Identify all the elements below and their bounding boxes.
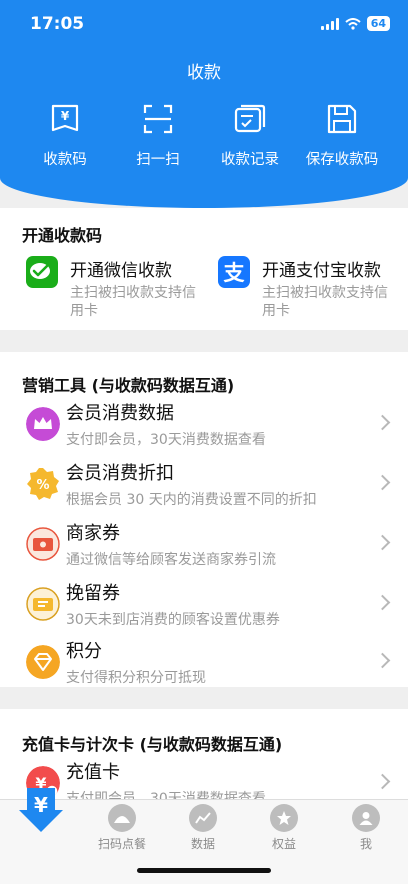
chevron-right-icon xyxy=(374,652,391,669)
section-title-cards: 充值卡与计次卡 (与收款码数据互通) xyxy=(22,735,283,754)
scan-icon xyxy=(143,104,173,134)
battery-indicator: 64 xyxy=(366,16,390,31)
svg-text:%: % xyxy=(36,478,49,493)
receive-records-button[interactable]: 收款记录 xyxy=(200,102,300,169)
tab-data[interactable]: 数据 xyxy=(168,804,238,852)
header: 17:05 64 收款 ¥ 收款码 扫一扫 收款记录 保存收款码 xyxy=(0,0,408,208)
marketing-section: 营销工具 (与收款码数据互通) 会员消费数据 支付即会员，30天消费数据查看 %… xyxy=(0,352,408,687)
points-row[interactable]: 积分 支付得积分积分可抵现 xyxy=(0,637,408,695)
member-discount-row[interactable]: % 会员消费折扣 根据会员 30 天内的消费设置不同的折扣 xyxy=(0,459,408,517)
chevron-right-icon xyxy=(374,594,391,611)
status-icons: 64 xyxy=(320,16,390,31)
records-icon xyxy=(234,104,266,133)
section-title-marketing: 营销工具 (与收款码数据互通) xyxy=(22,376,235,395)
tab-scan-order[interactable]: 扫码点餐 xyxy=(87,804,157,852)
star-icon xyxy=(270,804,298,832)
alipay-icon: 支 xyxy=(218,256,250,288)
chevron-right-icon xyxy=(374,534,391,551)
scan-order-icon xyxy=(108,804,136,832)
scan-button[interactable]: 扫一扫 xyxy=(108,102,208,169)
home-indicator xyxy=(137,868,271,873)
profile-icon xyxy=(352,804,380,832)
status-time: 17:05 xyxy=(30,14,85,34)
wechat-icon xyxy=(26,256,58,288)
chevron-right-icon xyxy=(374,773,391,790)
save-code-button[interactable]: 保存收款码 xyxy=(292,102,392,169)
discount-icon: % xyxy=(27,468,59,500)
wifi-icon xyxy=(345,17,361,30)
tab-me[interactable]: 我 xyxy=(331,804,401,852)
status-bar: 17:05 64 xyxy=(0,0,408,48)
coupon-icon xyxy=(26,527,60,561)
member-data-row[interactable]: 会员消费数据 支付即会员，30天消费数据查看 xyxy=(0,399,408,457)
points-icon xyxy=(26,645,60,679)
signal-icon xyxy=(320,17,339,30)
chevron-right-icon xyxy=(374,414,391,431)
svg-text:¥: ¥ xyxy=(34,793,48,817)
open-section: 开通收款码 开通微信收款 主扫被扫收款支持信用卡 支 开通支付宝收款 主扫被扫收… xyxy=(0,208,408,330)
section-title-open: 开通收款码 xyxy=(22,226,103,245)
page-title: 收款 xyxy=(187,63,221,83)
chevron-right-icon xyxy=(374,474,391,491)
yuan-icon: ¥ xyxy=(19,788,63,832)
tab-receive[interactable]: ¥ 收款 xyxy=(6,786,76,832)
qr-yuan-icon: ¥ xyxy=(51,104,79,132)
tab-benefits[interactable]: 权益 xyxy=(249,804,319,852)
merchant-coupon-row[interactable]: 商家券 通过微信等给顾客发送商家券引流 xyxy=(0,519,408,577)
open-alipay-item[interactable]: 支 开通支付宝收款 主扫被扫收款支持信用卡 xyxy=(218,256,392,320)
save-icon xyxy=(327,104,357,134)
svg-text:支: 支 xyxy=(224,261,246,285)
svg-text:¥: ¥ xyxy=(61,109,70,123)
data-icon xyxy=(189,804,217,832)
receive-code-button[interactable]: ¥ 收款码 xyxy=(15,102,115,169)
retain-coupon-icon xyxy=(26,587,60,621)
open-wechat-item[interactable]: 开通微信收款 主扫被扫收款支持信用卡 xyxy=(26,256,200,320)
crown-icon xyxy=(26,407,60,441)
retain-coupon-row[interactable]: 挽留券 30天未到店消费的顾客设置优惠券 xyxy=(0,579,408,637)
